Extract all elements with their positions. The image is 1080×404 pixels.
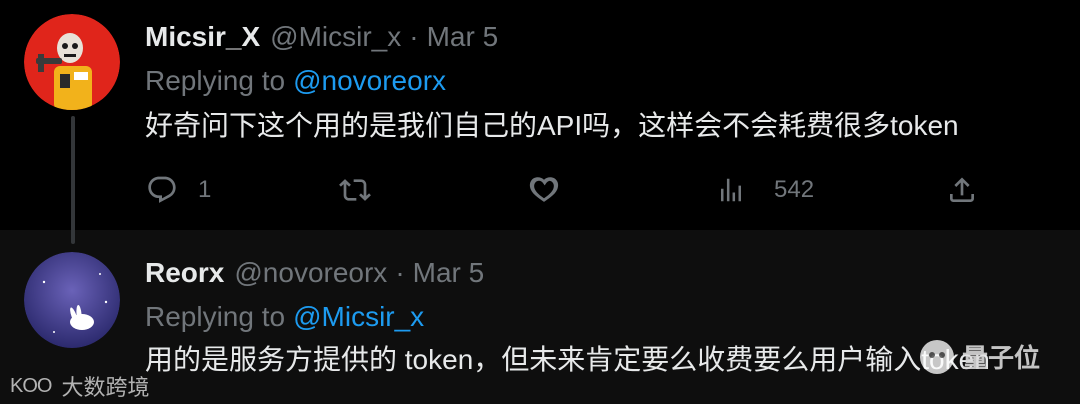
view-count: 542 [774,176,815,203]
replying-label: Replying to [145,65,286,96]
views-button[interactable]: 542 [716,170,814,210]
watermark-text: 量子位 [962,343,1041,373]
like-icon [529,177,559,202]
wechat-icon [920,339,954,374]
views-icon [721,178,741,202]
retweet-icon [339,179,371,201]
author-handle[interactable]: @Micsir_x [270,20,401,54]
reply-count: 1 [198,176,212,203]
mention-link[interactable]: @novoreorx [293,65,446,96]
share-icon [950,177,974,202]
watermark-logo: KOO [10,374,52,397]
mention-link[interactable]: @Micsir_x [293,301,424,332]
watermark: KOO 大数跨境 [10,370,149,402]
like-button[interactable] [527,170,561,210]
action-bar: 1 542 [0,170,1080,210]
tweet-text: 好奇问下这个用的是我们自己的API吗，这样会不会耗费很多token [145,110,959,141]
tweet-text: 用的是服务方提供的 token，但未来肯定要么收费要么用户输入token [145,344,990,375]
reply-button[interactable]: 1 [146,170,211,210]
replying-label: Replying to [145,301,286,332]
author-handle[interactable]: @novoreorx [234,256,387,290]
watermark: 量子位 [920,338,1040,375]
replying-to: Replying to @novoreorx [145,64,446,98]
tweet-header: Micsir_X @Micsir_x · Mar 5 [145,20,498,54]
author-name[interactable]: Micsir_X [145,20,260,54]
tweet-header: Reorx @novoreorx · Mar 5 [145,256,484,290]
reply-icon [148,176,176,203]
avatar[interactable] [24,252,120,348]
tweet-date[interactable]: Mar 5 [427,20,499,54]
share-button[interactable] [946,170,978,210]
tweet-date[interactable]: Mar 5 [413,256,485,290]
separator: · [409,21,419,52]
replying-to: Replying to @Micsir_x [145,300,424,334]
watermark-text: 大数跨境 [61,375,150,400]
separator: · [395,257,405,288]
avatar[interactable] [24,14,120,110]
retweet-button[interactable] [339,170,371,210]
author-name[interactable]: Reorx [145,256,224,290]
